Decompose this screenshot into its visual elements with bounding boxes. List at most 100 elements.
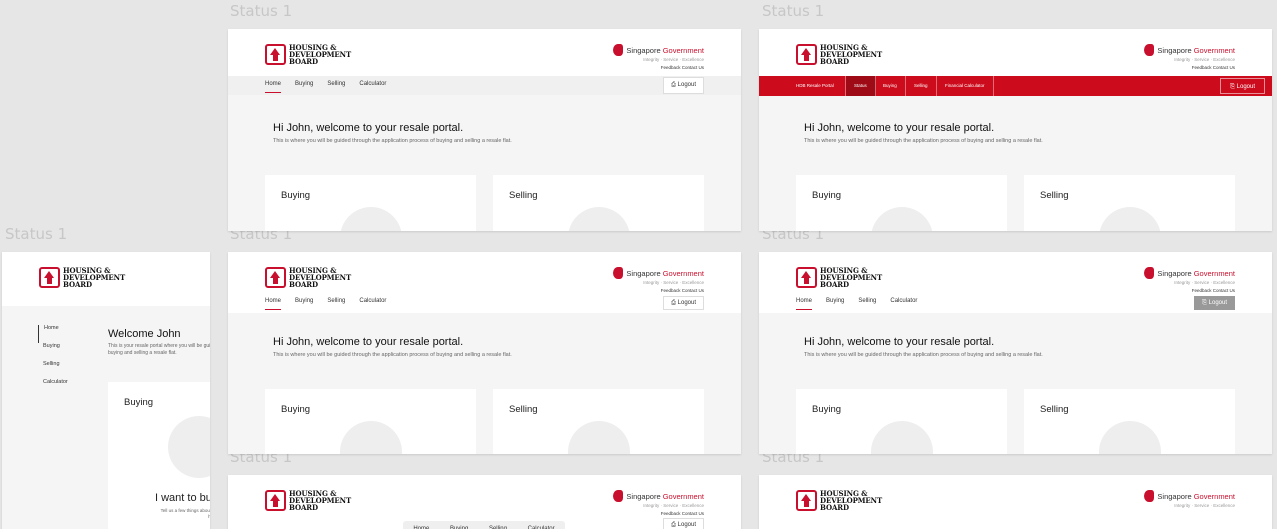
nav-home[interactable]: Home	[796, 298, 813, 310]
nav-calculator[interactable]: Calculator	[890, 298, 917, 310]
lion-head-icon	[1144, 490, 1155, 502]
buying-card[interactable]: Buying	[796, 175, 1007, 231]
sidebar-item-home[interactable]: Home	[38, 325, 68, 343]
frame-status-label: Status 1	[5, 225, 68, 243]
header-links[interactable]: Feedback Contact Us	[1144, 288, 1235, 293]
main-nav: Home Buying Selling Calculator ⎘ Logout	[759, 294, 1272, 316]
frame-status-label: Status 1	[230, 2, 293, 20]
main-nav: Home Buying Selling Calculator ⎙ Logout	[228, 76, 741, 95]
selling-card[interactable]: Selling	[493, 389, 704, 454]
nav-resale-portal[interactable]: HDB Resale Portal	[759, 76, 846, 96]
card-illustration	[168, 416, 210, 478]
house-icon	[265, 44, 286, 65]
frame-portal-pill-nav: HOUSING & DEVELOPMENT BOARD Singapore Gove…	[228, 475, 741, 529]
header-links[interactable]: Feedback Contact Us	[613, 288, 704, 293]
main-nav: Home Buying Selling Calculator ⎙ Logout	[228, 294, 741, 316]
hdb-logo[interactable]: HOUSING & DEVELOPMENT BOARD	[39, 267, 125, 288]
nav-selling[interactable]: Selling	[327, 298, 345, 310]
sidebar-item-calculator[interactable]: Calculator	[38, 379, 68, 397]
sg-government-logo: Singapore Government Integrity · Service…	[613, 490, 704, 516]
header-links[interactable]: Feedback Contact Us	[613, 511, 704, 516]
welcome-section: Hi John, welcome to your resale portal. …	[804, 336, 1054, 359]
lion-head-icon	[1144, 44, 1155, 56]
frame-portal-tabs-v2: HOUSING & DEVELOPMENT BOARD Singapore Gove…	[228, 252, 741, 454]
nav-selling[interactable]: Selling	[327, 81, 345, 93]
sg-government-logo: Singapore Government Integrity · Service…	[1144, 490, 1235, 508]
header-links[interactable]: Feedback Contact Us	[613, 65, 704, 70]
page-title: Hi John, welcome to your resale portal.	[804, 122, 995, 134]
lion-head-icon	[613, 267, 624, 279]
nav-status[interactable]: Status	[846, 76, 876, 96]
selling-card[interactable]: Selling	[1024, 175, 1235, 231]
logout-button[interactable]: ⎙ Logout	[663, 77, 704, 94]
hdb-logo[interactable]: HOUSING & DEVELOPMENT BOARD	[796, 44, 882, 65]
site-header: HOUSING & DEVELOPMENT BOARD Singapore Gove…	[228, 475, 741, 529]
page-subtitle: This is your resale portal where you wil…	[108, 343, 210, 356]
sidebar-item-buying[interactable]: Buying	[38, 343, 68, 361]
welcome-section: Hi John, welcome to your resale portal. …	[273, 122, 523, 145]
nav-buying[interactable]: Buying	[295, 81, 313, 93]
site-header: HOUSING & DEVELOPMENT BOARD Singapore Gove…	[759, 475, 1272, 529]
logout-button[interactable]: ⎘ Logout	[1220, 78, 1265, 94]
page-subtitle: This is where you will be guided through…	[804, 352, 1043, 358]
hdb-logo[interactable]: HOUSING & DEVELOPMENT BOARD	[265, 490, 351, 511]
hdb-logo[interactable]: HOUSING & DEVELOPMENT BOARD	[265, 267, 351, 288]
nav-selling[interactable]: Selling	[906, 76, 937, 96]
frame-portal-sidebar: HOUSING & DEVELOPMENT BOARD Home Buying Se…	[2, 252, 210, 529]
nav-calculator[interactable]: Calculator	[359, 81, 386, 93]
sg-government-logo: Singapore Government Integrity · Service…	[613, 44, 704, 70]
page-title: Welcome John	[108, 328, 181, 340]
nav-home[interactable]: Home	[265, 298, 282, 310]
hdb-logo[interactable]: HOUSING & DEVELOPMENT BOARD	[796, 490, 882, 511]
page-subtitle: This is where you will be guided through…	[273, 352, 512, 358]
house-icon	[265, 267, 286, 288]
frame-portal-tabs-v3: HOUSING & DEVELOPMENT BOARD Singapore Gove…	[759, 252, 1272, 454]
sg-government-logo: Singapore Government Integrity · Service…	[613, 267, 704, 293]
page-title: Hi John, welcome to your resale portal.	[804, 336, 995, 348]
frame-portal-bottom: HOUSING & DEVELOPMENT BOARD Singapore Gove…	[759, 475, 1272, 529]
hdb-logo[interactable]: HOUSING & DEVELOPMENT BOARD	[796, 267, 882, 288]
nav-financial-calculator[interactable]: Financial Calculator	[937, 76, 994, 96]
frame-portal-red-nav: HOUSING & DEVELOPMENT BOARD Singapore Gove…	[759, 29, 1272, 231]
house-icon	[796, 44, 817, 65]
sg-government-logo: Singapore Government Integrity · Service…	[1144, 44, 1235, 70]
card-illustration	[568, 207, 630, 231]
site-header: HOUSING & DEVELOPMENT BOARD Singapore Gove…	[228, 29, 741, 76]
logout-button[interactable]: ⎙ Logout	[663, 296, 704, 310]
buying-card[interactable]: Buying	[265, 389, 476, 454]
selling-card[interactable]: Selling	[493, 175, 704, 231]
nav-selling[interactable]: Selling	[858, 298, 876, 310]
nav-buying[interactable]: Buying	[875, 76, 906, 96]
page-subtitle: This is where you will be guided through…	[804, 138, 1043, 144]
buying-card[interactable]: Buying	[265, 175, 476, 231]
welcome-section: Welcome John This is your resale portal …	[108, 328, 210, 357]
logout-button[interactable]: ⎙ Logout	[663, 518, 704, 529]
nav-buying[interactable]: Buying	[295, 298, 313, 310]
site-header: HOUSING & DEVELOPMENT BOARD Singapore Gove…	[759, 29, 1272, 76]
card-illustration	[871, 421, 933, 454]
nav-buying[interactable]: Buying	[826, 298, 844, 310]
buying-card[interactable]: Buying	[796, 389, 1007, 454]
card-illustration	[1099, 421, 1161, 454]
card-illustration	[568, 421, 630, 454]
selling-card[interactable]: Selling	[1024, 389, 1235, 454]
pill-nav: Home Buying Selling Calculator	[403, 521, 565, 529]
house-icon	[39, 267, 60, 288]
logout-button[interactable]: ⎘ Logout	[1194, 296, 1235, 310]
page-title: Hi John, welcome to your resale portal.	[273, 122, 464, 134]
lion-head-icon	[1144, 267, 1155, 279]
nav-home[interactable]: Home	[265, 81, 282, 93]
nav-calculator[interactable]: Calculator	[359, 298, 386, 310]
buying-card[interactable]: Buying I want to buy Tell us a few thing…	[108, 382, 210, 529]
site-header: HOUSING & DEVELOPMENT BOARD	[2, 252, 210, 306]
page-title: Hi John, welcome to your resale portal.	[273, 336, 464, 348]
hdb-logo[interactable]: HOUSING & DEVELOPMENT BOARD	[265, 44, 351, 65]
sidebar-item-selling[interactable]: Selling	[38, 361, 68, 379]
card-illustration	[871, 207, 933, 231]
header-links[interactable]: Feedback Contact Us	[1144, 65, 1235, 70]
buy-cta-subtitle: Tell us a few things about your applicat…	[160, 508, 210, 519]
card-illustration	[1099, 207, 1161, 231]
card-illustration	[340, 421, 402, 454]
buy-cta-title: I want to buy	[155, 492, 210, 504]
house-icon	[265, 490, 286, 511]
